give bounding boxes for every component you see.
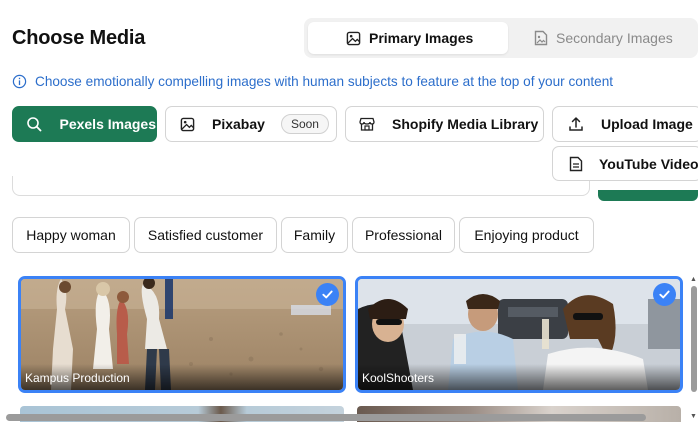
pexels-images-button[interactable]: Pexels Images — [12, 106, 157, 142]
upload-image-button[interactable]: Upload Image — [552, 106, 698, 142]
source-label: Pixabay — [212, 116, 265, 132]
document-icon — [567, 155, 585, 173]
page-title: Choose Media — [12, 27, 146, 49]
photo-credit: Kampus Production — [25, 371, 130, 385]
vertical-scrollbar[interactable] — [691, 286, 697, 392]
suggestion-chip-satisfied-customer[interactable]: Satisfied customer — [134, 217, 277, 253]
store-icon — [358, 115, 376, 133]
tab-label: Secondary Images — [556, 30, 673, 46]
tab-secondary-images[interactable]: Secondary Images — [530, 22, 698, 54]
image-file-icon — [534, 30, 548, 46]
image-result-card[interactable]: Kampus Production — [18, 276, 346, 393]
photo-credit: KoolShooters — [362, 371, 435, 385]
photo-credit-overlay: KoolShooters — [358, 364, 680, 390]
shopify-media-library-button[interactable]: Shopify Media Library — [345, 106, 544, 142]
image-icon — [178, 115, 196, 133]
photo-credit-overlay: Kampus Production — [21, 364, 343, 390]
search-button[interactable] — [598, 190, 698, 201]
search-icon — [25, 115, 42, 133]
info-icon — [12, 74, 27, 89]
suggestion-chip-family[interactable]: Family — [281, 217, 348, 253]
info-text: Choose emotionally compelling images wit… — [35, 74, 614, 89]
scroll-down-arrow[interactable]: ▼ — [690, 413, 697, 420]
coming-soon-badge: Soon — [280, 114, 329, 134]
search-input[interactable] — [12, 176, 590, 196]
upload-icon — [567, 115, 585, 133]
selected-check-icon — [316, 283, 339, 306]
source-label: YouTube Video — [599, 155, 698, 172]
source-label: Pexels Images — [59, 116, 156, 132]
suggestion-chip-enjoying-product[interactable]: Enjoying product — [459, 217, 594, 253]
image-result-card[interactable]: KoolShooters — [355, 276, 683, 393]
selected-check-icon — [653, 283, 676, 306]
source-label: Upload Image — [601, 116, 693, 132]
tab-primary-images[interactable]: Primary Images — [308, 22, 508, 54]
suggestion-chip-happy-woman[interactable]: Happy woman — [12, 217, 130, 253]
youtube-video-button[interactable]: YouTube Video — [552, 146, 698, 181]
image-type-tabs: Primary Images Secondary Images — [304, 18, 698, 58]
pixabay-button[interactable]: Pixabay Soon — [165, 106, 337, 142]
info-message: Choose emotionally compelling images wit… — [12, 74, 613, 89]
tab-label: Primary Images — [369, 30, 474, 46]
horizontal-scrollbar[interactable] — [6, 414, 646, 421]
suggestion-chip-professional[interactable]: Professional — [352, 217, 455, 253]
scroll-up-arrow[interactable]: ▲ — [690, 276, 697, 283]
image-icon — [346, 31, 361, 46]
source-label: Shopify Media Library — [392, 116, 539, 132]
